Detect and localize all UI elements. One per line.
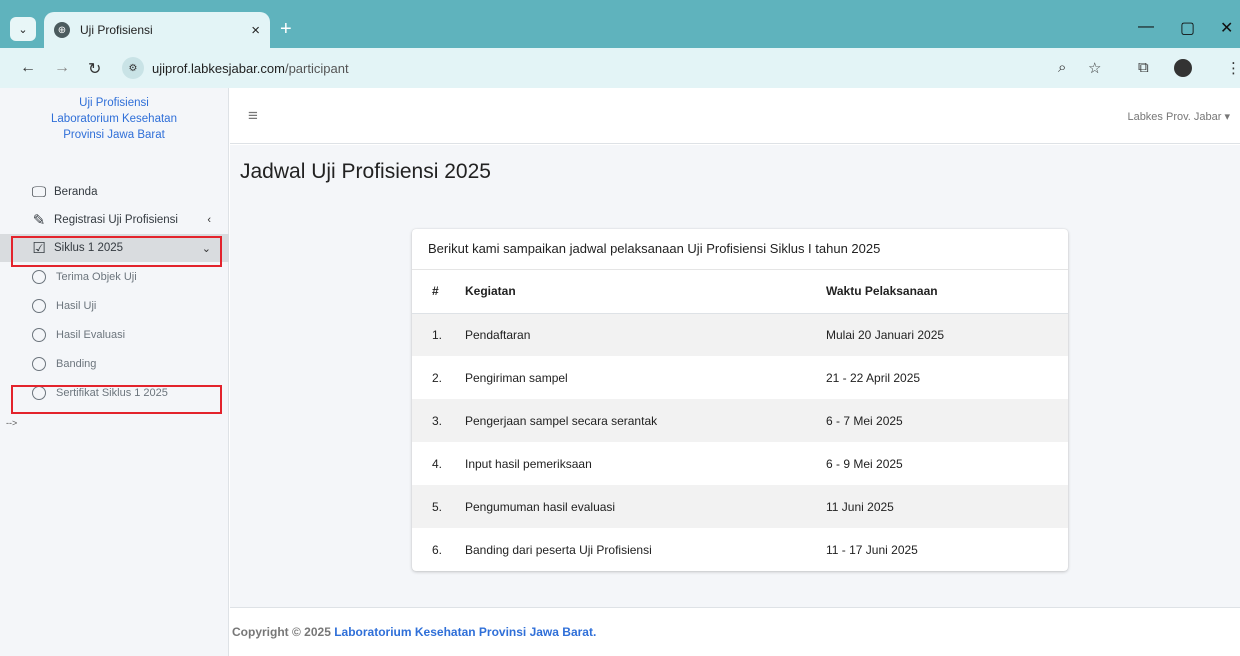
table-cell: Banding dari peserta Uji Profisiensi	[465, 542, 652, 557]
table-cell: 11 Juni 2025	[818, 485, 1068, 528]
content-wrapper: Jadwal Uji Profisiensi 2025 Berikut kami…	[230, 145, 1240, 607]
table-row: 6. Banding dari peserta Uji Profisiensi …	[412, 528, 1068, 571]
table-cell: 1.	[412, 313, 453, 356]
footer: Copyright © 2025 Laboratorium Kesehatan …	[230, 607, 1240, 656]
globe-icon: ⊕	[54, 22, 70, 38]
sidebar: Uji Profisiensi Laboratorium Kesehatan P…	[0, 88, 229, 656]
chevron-down-icon: ⌄	[18, 23, 28, 36]
column-header: Kegiatan	[453, 270, 818, 314]
top-navbar: ≡ Labkes Prov. Jabar ▾	[230, 88, 1240, 144]
chevron-left-icon: ‹	[207, 214, 211, 226]
sidebar-item-registrasi[interactable]: ✎ Registrasi Uji Profisiensi ‹	[0, 206, 229, 234]
table-cell: Pengiriman sampel	[465, 370, 568, 385]
table-cell: Pendaftaran	[453, 313, 818, 356]
url-text[interactable]: ujiprof.labkesjabar.com/participant	[152, 61, 349, 76]
brand-line: Uji Profisiensi	[79, 97, 149, 109]
tab-bar: ⌄ ⊕ Uji Profisiensi × + — ▢ ✕	[0, 8, 1240, 48]
sidebar-subitem-banding[interactable]: Banding	[0, 349, 229, 378]
site-info-icon[interactable]: ⚙	[122, 57, 144, 79]
table-row: 3. Pengerjaan sampel secara serantak 6 -…	[412, 399, 1068, 442]
circle-icon	[32, 356, 46, 371]
schedule-card: Berikut kami sampaikan jadwal pelaksanaa…	[412, 229, 1068, 571]
table-cell: 6.	[432, 542, 443, 557]
extensions-icon[interactable]: ⧉	[1138, 59, 1149, 76]
restore-icon[interactable]: ▢	[1180, 18, 1195, 38]
circle-icon	[32, 327, 46, 342]
table-row: 4. Input hasil pemeriksaan 6 - 9 Mei 202…	[412, 442, 1068, 485]
table-cell: 21 - 22 April 2025	[826, 370, 921, 385]
copyright-text: Copyright © 2025	[232, 625, 335, 639]
table-cell: Input hasil pemeriksaan	[465, 456, 592, 471]
table-row: 5. Pengumuman hasil evaluasi 11 Juni 202…	[412, 485, 1068, 528]
minimize-icon[interactable]: —	[1138, 18, 1154, 36]
table-row: 2. Pengiriman sampel 21 - 22 April 2025	[412, 356, 1068, 399]
forward-icon[interactable]: →	[54, 59, 70, 77]
monitor-icon: 🖵	[31, 183, 47, 201]
table-cell: Pengumuman hasil evaluasi	[453, 485, 818, 528]
bookmark-star-icon[interactable]: ☆	[1088, 59, 1101, 77]
profile-avatar[interactable]	[1174, 59, 1192, 77]
brand-link[interactable]: Uji Profisiensi Laboratorium Kesehatan P…	[0, 88, 228, 143]
pencil-icon: ✎	[32, 212, 46, 229]
table-cell: 6 - 7 Mei 2025	[818, 399, 1068, 442]
browser-menu-icon[interactable]: ⋮	[1226, 59, 1240, 77]
circle-icon	[32, 269, 46, 284]
stray-text: -->	[6, 418, 18, 428]
sidebar-menu: 🖵 Beranda ✎ Registrasi Uji Profisiensi ‹…	[0, 178, 229, 407]
subitem-label: Terima Objek Uji	[56, 270, 137, 283]
browser-tab[interactable]: ⊕ Uji Profisiensi ×	[44, 12, 270, 48]
table-cell: Mulai 20 Januari 2025	[818, 313, 1068, 356]
hamburger-menu-icon[interactable]: ≡	[248, 106, 258, 126]
card-header: Berikut kami sampaikan jadwal pelaksanaa…	[412, 229, 1068, 270]
address-bar-row: ← → ↻ ⚙ ujiprof.labkesjabar.com/particip…	[0, 48, 1240, 88]
subitem-label: Hasil Evaluasi	[56, 328, 126, 341]
brand-line: Provinsi Jawa Barat	[63, 129, 165, 141]
table-row: 1. Pendaftaran Mulai 20 Januari 2025	[412, 313, 1068, 356]
column-header: Waktu Pelaksanaan	[818, 270, 1068, 314]
back-icon[interactable]: ←	[20, 59, 36, 77]
schedule-table: # Kegiatan Waktu Pelaksanaan 1. Pendafta…	[412, 270, 1068, 571]
table-cell: 11 - 17 Juni 2025	[826, 542, 918, 557]
user-dropdown[interactable]: Labkes Prov. Jabar ▾	[1127, 110, 1230, 123]
footer-link[interactable]: Laboratorium Kesehatan Provinsi Jawa Bar…	[334, 625, 596, 639]
address-bar[interactable]: ⚙ ujiprof.labkesjabar.com/participant	[122, 54, 1116, 82]
highlight-box-1	[11, 236, 222, 267]
reload-icon[interactable]: ↻	[88, 59, 101, 79]
table-header-row: # Kegiatan Waktu Pelaksanaan	[412, 270, 1068, 314]
page-title: Jadwal Uji Profisiensi 2025	[240, 160, 491, 183]
highlight-box-2	[11, 385, 222, 414]
sidebar-subitem-hasil-uji[interactable]: Hasil Uji	[0, 291, 229, 320]
sidebar-item-beranda[interactable]: 🖵 Beranda	[0, 178, 229, 206]
tab-title: Uji Profisiensi	[80, 23, 153, 37]
sidebar-subitem-hasil-evaluasi[interactable]: Hasil Evaluasi	[0, 320, 229, 349]
new-tab-button[interactable]: +	[280, 18, 292, 41]
subitem-label: Hasil Uji	[56, 299, 97, 312]
tab-search-button[interactable]: ⌄	[10, 17, 36, 41]
circle-icon	[32, 298, 46, 313]
table-cell: Pengerjaan sampel secara serantak	[453, 399, 818, 442]
tab-close-icon[interactable]: ×	[251, 22, 260, 39]
table-cell: 6 - 9 Mei 2025	[826, 456, 903, 471]
table-cell: 5.	[412, 485, 453, 528]
zoom-icon[interactable]: ⌕	[1058, 59, 1066, 76]
table-cell: 2.	[432, 370, 443, 385]
sidebar-item-label: Beranda	[54, 186, 98, 198]
table-cell: 4.	[432, 456, 443, 471]
subitem-label: Banding	[56, 357, 97, 370]
sidebar-item-label: Registrasi Uji Profisiensi	[54, 214, 178, 226]
window-close-icon[interactable]: ✕	[1220, 18, 1233, 38]
table-cell: 3.	[412, 399, 453, 442]
brand-line: Laboratorium Kesehatan	[51, 113, 177, 125]
browser-chrome: ⌄ ⊕ Uji Profisiensi × + — ▢ ✕ ← → ↻ ⚙ uj…	[0, 0, 1240, 88]
column-header: #	[412, 270, 453, 314]
